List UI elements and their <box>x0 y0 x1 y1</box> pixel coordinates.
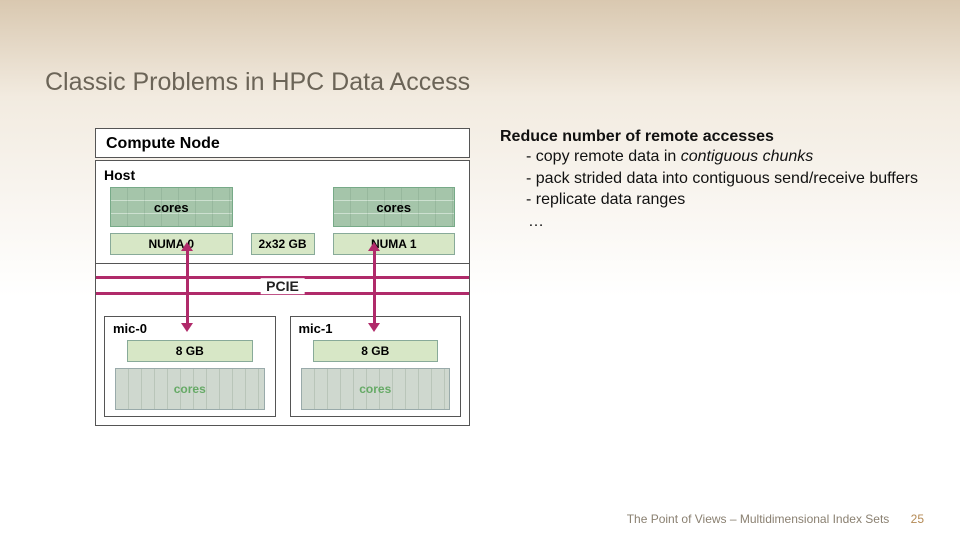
slide-title: Classic Problems in HPC Data Access <box>45 68 470 97</box>
pcie-interconnect: PCIE <box>95 264 470 310</box>
bullet-text: copy remote data in <box>536 148 681 165</box>
mic1-cores: cores <box>301 368 451 410</box>
bullet-item: replicate data ranges <box>526 189 930 211</box>
numa0-label: NUMA 0 <box>110 233 233 255</box>
content-heading: Reduce number of remote accesses <box>500 128 930 146</box>
numa1-column: cores NUMA 1 <box>333 187 456 255</box>
compute-node-label: Compute Node <box>106 135 459 153</box>
host-memory-label: 2x32 GB <box>251 233 315 255</box>
mic0-memory: 8 GB <box>127 340 253 362</box>
host-memory-column: 2x32 GB <box>251 187 315 255</box>
architecture-diagram: Compute Node Host cores NUMA 0 2x32 GB c… <box>95 128 470 426</box>
ellipsis: … <box>528 213 930 231</box>
footer-text: The Point of Views – Multidimensional In… <box>627 512 890 526</box>
bullet-item: copy remote data in contiguous chunks <box>526 146 930 168</box>
host-label: Host <box>104 167 463 183</box>
compute-node-box: Compute Node <box>95 128 470 158</box>
mic1-memory: 8 GB <box>313 340 439 362</box>
host-box: Host cores NUMA 0 2x32 GB cores NUMA 1 <box>95 160 470 264</box>
bullet-text-emph: contiguous chunks <box>681 148 814 165</box>
bullet-item: pack strided data into contiguous send/r… <box>526 168 930 190</box>
content-text: Reduce number of remote accesses copy re… <box>500 128 930 231</box>
slide-footer: The Point of Views – Multidimensional In… <box>627 512 924 526</box>
numa1-label: NUMA 1 <box>333 233 456 255</box>
numa0-column: cores NUMA 0 <box>110 187 233 255</box>
pcie-arrow-icon <box>368 264 380 310</box>
mic0-cores: cores <box>115 368 265 410</box>
page-number: 25 <box>911 512 924 526</box>
numa1-cores: cores <box>333 187 456 227</box>
mic-row: mic-0 8 GB cores mic-1 8 GB cores <box>95 310 470 426</box>
pcie-arrow-icon <box>181 264 193 310</box>
numa0-cores: cores <box>110 187 233 227</box>
pcie-label: PCIE <box>260 278 305 294</box>
